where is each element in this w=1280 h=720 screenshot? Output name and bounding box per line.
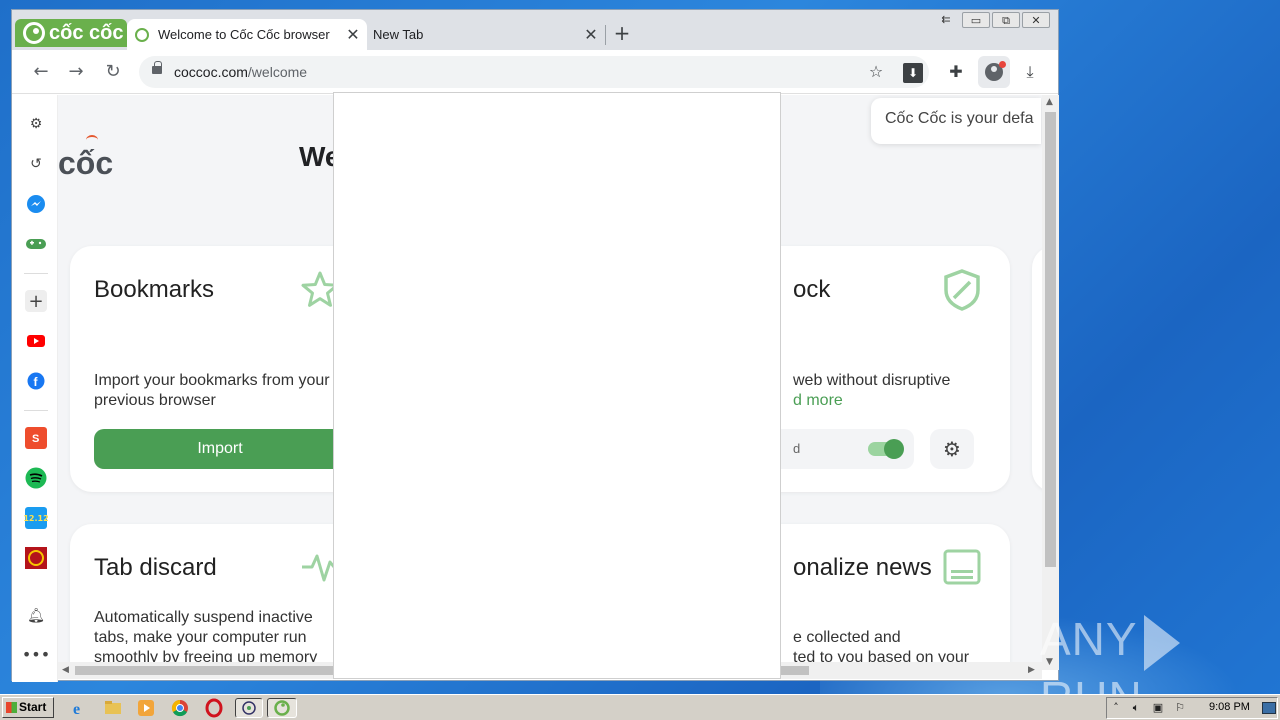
- adblock-toggle-row: d: [758, 429, 914, 469]
- learn-more-link[interactable]: d more: [793, 391, 843, 411]
- shopee-icon[interactable]: S: [25, 427, 47, 449]
- coccoc-logo-icon: [23, 22, 45, 44]
- play-icon: [1143, 614, 1180, 671]
- tray-expand-icon[interactable]: ˄: [1109, 701, 1123, 715]
- action-center-flag-icon[interactable]: ⚐: [1173, 701, 1187, 715]
- import-button[interactable]: Import: [94, 429, 346, 469]
- news-card: onalize news e collected and ted to you …: [758, 524, 1010, 670]
- address-url[interactable]: coccoc.com/welcome: [174, 64, 307, 80]
- facebook-icon[interactable]: f: [25, 370, 47, 392]
- taskbar: Start e ˄ 🔈︎ ▣ ⚐ 9:08 PM: [0, 694, 1280, 720]
- downloads-icon[interactable]: ⤓: [1020, 62, 1040, 82]
- notification-dot: [999, 61, 1006, 68]
- tab-close-icon[interactable]: ✕: [581, 25, 601, 45]
- app-icon[interactable]: [235, 698, 263, 718]
- svg-text:S: S: [32, 433, 39, 445]
- card-title: Bookmarks: [94, 276, 215, 303]
- gear-icon[interactable]: ⚙: [25, 113, 47, 135]
- sidebar-divider: [24, 273, 48, 274]
- maximize-button[interactable]: ⧉: [992, 12, 1020, 28]
- scroll-left-arrow-icon[interactable]: ◀: [62, 665, 69, 675]
- more-icon[interactable]: •••: [22, 643, 50, 665]
- toggle-knob: [884, 439, 904, 459]
- svg-text:e: e: [73, 701, 80, 718]
- tiki-icon[interactable]: 12.12: [23, 507, 49, 529]
- toggle-label: d: [793, 441, 801, 456]
- title-bar: cốc cốc Welcome to Cốc Cốc browser ✕ New…: [12, 10, 1058, 50]
- minimize-button[interactable]: ▭: [962, 12, 990, 28]
- adblock-card: ock web without disruptive d more d ⚙: [758, 246, 1010, 492]
- address-bar[interactable]: coccoc.com/welcome ☆ ⬇: [139, 56, 929, 88]
- windows-flag-icon: [6, 702, 17, 713]
- start-button[interactable]: Start: [2, 697, 54, 718]
- tab-title: Welcome to Cốc Cốc browser: [158, 27, 330, 42]
- tab-title: New Tab: [373, 27, 424, 42]
- adblock-settings-button[interactable]: ⚙: [930, 429, 974, 469]
- toolbar: ← → ↻ coccoc.com/welcome ☆ ⬇ ✚ ⤓: [12, 50, 1058, 94]
- tab-close-icon[interactable]: ✕: [343, 25, 363, 45]
- window-controls: ⇇ ▭ ⧉ ✕: [932, 12, 1050, 28]
- chrome-icon[interactable]: [170, 698, 190, 718]
- system-tray: ˄ 🔈︎ ▣ ⚐ 9:08 PM: [1106, 697, 1278, 719]
- bell-icon[interactable]: 🔔︎: [25, 605, 47, 627]
- vertical-scrollbar[interactable]: ▲ ▼: [1042, 95, 1059, 670]
- lock-icon: [152, 61, 162, 74]
- brand-spark-icon: [86, 135, 98, 145]
- vtv-icon[interactable]: [25, 547, 47, 569]
- extensions-icon[interactable]: ✚: [946, 62, 966, 82]
- gear-icon: ⚙: [943, 437, 961, 461]
- card-description: web without disruptive: [793, 372, 951, 389]
- card-title: onalize news: [793, 554, 932, 581]
- scroll-up-arrow-icon[interactable]: ▲: [1046, 97, 1053, 107]
- bookmark-star-icon[interactable]: ☆: [867, 63, 885, 81]
- download-page-icon[interactable]: ⬇: [903, 63, 923, 83]
- close-button[interactable]: ✕: [1022, 12, 1050, 28]
- ie-icon[interactable]: e: [70, 698, 90, 718]
- vertical-scroll-thumb[interactable]: [1045, 112, 1056, 567]
- forward-button[interactable]: →: [66, 62, 86, 82]
- blank-popup-window[interactable]: [333, 92, 781, 679]
- shield-icon: [942, 268, 982, 316]
- media-player-icon[interactable]: [136, 698, 156, 718]
- tab-separator: [605, 25, 606, 45]
- tab-welcome[interactable]: Welcome to Cốc Cốc browser ✕: [127, 19, 367, 50]
- next-card-edge: [1032, 246, 1042, 492]
- history-icon[interactable]: ↺: [25, 153, 47, 175]
- add-icon[interactable]: +: [25, 290, 47, 312]
- brand-logo-text: cốc: [58, 145, 114, 181]
- tab-discard-card: Tab discard Automatically suspend inacti…: [70, 524, 360, 670]
- show-desktop-icon[interactable]: [1262, 702, 1276, 714]
- messenger-icon[interactable]: [25, 193, 47, 215]
- card-title: Tab discard: [94, 554, 217, 581]
- volume-icon[interactable]: 🔈︎: [1129, 701, 1143, 715]
- clock[interactable]: 9:08 PM: [1209, 701, 1250, 713]
- sidebar: ⚙ ↺ + f S 12.12 🔔︎ •••: [12, 95, 58, 682]
- reload-button[interactable]: ↻: [103, 62, 123, 82]
- scroll-right-arrow-icon[interactable]: ▶: [1028, 665, 1035, 675]
- profile-button[interactable]: [978, 56, 1010, 88]
- opera-icon[interactable]: [204, 698, 224, 718]
- default-browser-notice[interactable]: Cốc Cốc is your defa: [871, 98, 1041, 144]
- adblock-toggle[interactable]: [868, 439, 904, 459]
- coccoc-taskbar-icon[interactable]: [267, 698, 297, 718]
- coccoc-logo-button[interactable]: cốc cốc: [15, 19, 127, 47]
- card-description-line: e collected and: [793, 629, 901, 646]
- news-icon: [942, 548, 982, 590]
- logo-text: cốc cốc: [49, 21, 124, 44]
- tab-new-tab[interactable]: New Tab ✕: [367, 19, 605, 50]
- spotify-icon[interactable]: [25, 467, 47, 489]
- youtube-icon[interactable]: [25, 330, 47, 352]
- back-button[interactable]: ←: [31, 62, 51, 82]
- folder-icon[interactable]: [103, 698, 123, 718]
- card-description: Automatically suspend inactive tabs, mak…: [94, 609, 318, 666]
- bookmarks-card: Bookmarks Import your bookmarks from you…: [70, 246, 360, 492]
- coccoc-favicon-icon: [135, 27, 149, 42]
- game-icon[interactable]: [25, 233, 47, 255]
- sidebar-divider: [24, 410, 48, 411]
- new-tab-button[interactable]: +: [612, 22, 632, 44]
- card-description: Import your bookmarks from your previous…: [94, 372, 330, 409]
- card-title: ock: [793, 276, 831, 303]
- network-icon[interactable]: ▣: [1151, 701, 1165, 715]
- restore-arrows-icon[interactable]: ⇇: [932, 12, 960, 28]
